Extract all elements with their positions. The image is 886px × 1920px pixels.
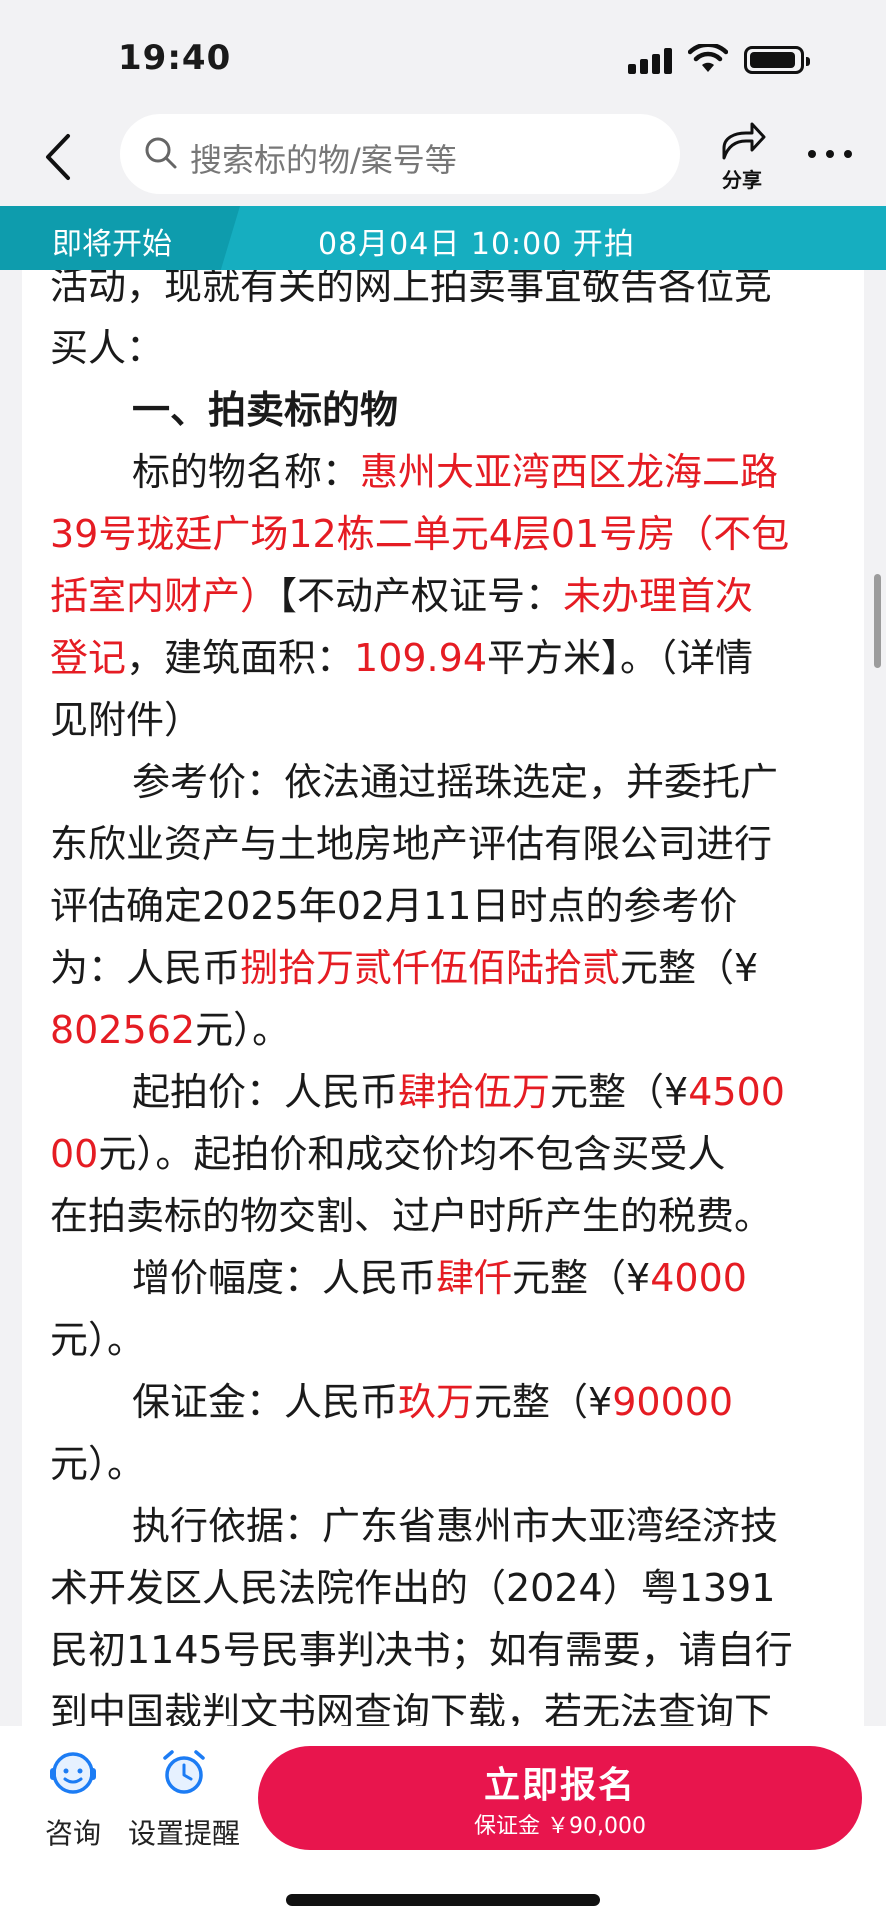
item-name: 惠州大亚湾西区龙海二路 (360, 450, 779, 494)
area-value: 109.94 (354, 636, 487, 680)
search-placeholder: 搜索标的物/案号等 (190, 141, 457, 179)
consult-icon (50, 1752, 96, 1794)
status-time: 19:40 (118, 38, 232, 78)
deposit-amount: 保证金 ￥90,000 (474, 1814, 646, 1839)
start-price-value: 00 (50, 1132, 99, 1176)
label: 为：人民币 (50, 946, 241, 990)
text-line: 评估确定2025年02月11日时点的参考价 (50, 884, 738, 928)
text-line: 术开发区人民法院作出的（2024）粤1391 (50, 1566, 776, 1610)
text-line: 起拍价：人民币肆拾伍万元整（¥4500 (132, 1064, 785, 1120)
label: 平方米】。（详情 (487, 636, 754, 680)
label: 元整（¥ (620, 946, 759, 990)
set-reminder-label: 设置提醒 (127, 1817, 240, 1850)
text-line: 活动，现就有关的网上拍卖事宜敬告各位竞 (50, 270, 773, 308)
reference-price-value: 802562 (50, 1008, 196, 1052)
status-bar: 19:40 (0, 0, 886, 110)
text-line: 见附件） (50, 698, 203, 742)
share-label: 分享 (722, 168, 762, 192)
text-line: 买人： (50, 326, 165, 370)
scrollbar-thumb[interactable] (874, 574, 881, 668)
more-icon[interactable] (800, 140, 860, 170)
auction-state-label: 即将开始 (52, 227, 172, 262)
bottom-action-bar: 咨询 设置提醒 立即报名 保证金 ￥90,000 (0, 1726, 886, 1920)
label: ，建筑面积： (126, 636, 355, 680)
deposit-value: 90000 (612, 1380, 734, 1424)
share-icon (722, 122, 766, 160)
search-input[interactable]: 搜索标的物/案号等 (120, 114, 680, 194)
text-line: 标的物名称：惠州大亚湾西区龙海二路 (132, 444, 778, 500)
start-price-words: 肆拾伍万 (398, 1070, 551, 1114)
label: 起拍价：人民币 (132, 1070, 399, 1114)
set-reminder-button[interactable]: 设置提醒 (126, 1748, 242, 1858)
text-line: 802562元）。 (50, 1002, 290, 1058)
home-indicator[interactable] (286, 1894, 600, 1906)
cellular-signal-icon (628, 48, 674, 74)
text-line: 增价幅度：人民币肆仟元整（¥4000 (132, 1250, 747, 1306)
label: 元整（¥ (474, 1380, 613, 1424)
share-button[interactable]: 分享 (712, 118, 772, 196)
label: 【不动产权证号： (278, 574, 564, 618)
text-line: 东欣业资产与土地房地产评估有限公司进行 (50, 822, 773, 866)
text-line: 括室内财产）【不动产权证号：未办理首次 (50, 568, 753, 624)
item-name: 括室内财产） (50, 574, 279, 618)
text-line: 执行依据：广东省惠州市大亚湾经济技 (132, 1504, 779, 1548)
register-now-label: 立即报名 (483, 1765, 636, 1806)
text-line: 00元）。起拍价和成交价均不包含买受人 (50, 1126, 725, 1182)
text-line: 民初1145号民事判决书；如有需要，请自行 (50, 1628, 793, 1672)
text-line: 元）。 (50, 1442, 146, 1486)
label: 增价幅度：人民币 (132, 1256, 437, 1300)
text-line: 到中国裁判文书网查询下载，若无法查询下 (50, 1690, 773, 1726)
reference-price-words: 捌拾万贰仟伍佰陆拾贰 (240, 946, 621, 990)
text-line: 元）。 (50, 1318, 146, 1362)
battery-icon (744, 46, 810, 74)
label: 元）。起拍价和成交价均不包含买受人 (98, 1132, 726, 1176)
consult-button[interactable]: 咨询 (38, 1748, 108, 1858)
item-name: 39号珑廷广场12栋二单元4层01号房（不包 (50, 512, 790, 556)
register-now-button[interactable]: 立即报名 保证金 ￥90,000 (258, 1746, 862, 1850)
text-line: 参考价：依法通过摇珠选定，并委托广 (132, 760, 779, 804)
text-line: 保证金：人民币玖万元整（¥90000 (132, 1374, 733, 1430)
label: 元）。 (195, 1008, 291, 1052)
auction-start-time: 08月04日 10:00 开拍 (318, 227, 635, 262)
increment-value: 4000 (650, 1256, 747, 1300)
auction-status-bar: 即将开始 08月04日 10:00 开拍 (0, 206, 886, 270)
cert-value: 未办理首次 (563, 574, 754, 618)
text-line: 在拍卖标的物交割、过户时所产生的税费。 (50, 1194, 773, 1238)
text-line: 为：人民币捌拾万贰仟伍佰陆拾贰元整（¥ (50, 940, 758, 996)
deposit-words: 玖万 (398, 1380, 475, 1424)
alarm-clock-icon (163, 1750, 205, 1794)
label: 元整（¥ (512, 1256, 651, 1300)
increment-words: 肆仟 (436, 1256, 513, 1300)
text-line: 登记，建筑面积：109.94平方米】。（详情 (50, 630, 753, 686)
label: 标的物名称： (132, 450, 361, 494)
label: 保证金：人民币 (132, 1380, 399, 1424)
section-title: 一、拍卖标的物 (132, 388, 399, 432)
search-icon (145, 137, 177, 169)
top-navigation: 搜索标的物/案号等 分享 (0, 110, 886, 206)
cert-value: 登记 (50, 636, 127, 680)
label: 元整（¥ (550, 1070, 689, 1114)
wifi-icon (688, 44, 728, 72)
back-arrow-icon[interactable] (30, 124, 90, 190)
consult-label: 咨询 (44, 1817, 101, 1850)
start-price-value: 4500 (688, 1070, 785, 1114)
announcement-content: 活动，现就有关的网上拍卖事宜敬告各位竞 买人： 一、拍卖标的物 标的物名称：惠州… (22, 270, 864, 1726)
